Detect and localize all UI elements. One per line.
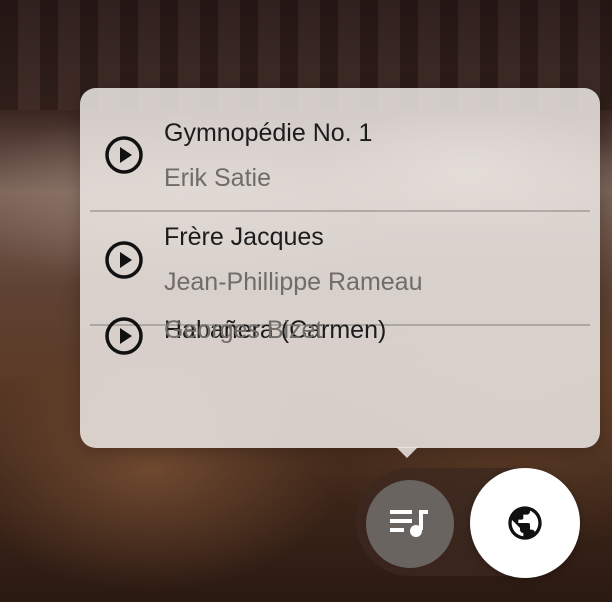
track-item[interactable]: Gymnopédie No. 1 Erik Satie	[80, 88, 600, 202]
track-title: Gymnopédie No. 1	[164, 119, 373, 147]
track-artist: Georges Bizet	[164, 316, 323, 344]
globe-icon	[508, 506, 542, 540]
music-playlist-popup: Gymnopédie No. 1 Erik Satie Frère Jacque…	[80, 88, 600, 448]
queue-music-button[interactable]	[366, 480, 454, 568]
queue-music-icon	[390, 510, 428, 537]
track-item[interactable]: Habañera (Carmen) Georges Bizet	[80, 316, 600, 430]
track-artist: Jean-Phillippe Rameau	[164, 268, 423, 296]
track-artist: Erik Satie	[164, 164, 271, 192]
track-title: Frère Jacques	[164, 223, 324, 251]
globe-button[interactable]	[470, 468, 580, 578]
popup-pointer	[396, 447, 418, 458]
play-circle-icon[interactable]	[104, 316, 144, 356]
play-circle-icon[interactable]	[104, 240, 144, 280]
track-item[interactable]: Frère Jacques Jean-Phillippe Rameau	[80, 202, 600, 316]
play-circle-icon[interactable]	[104, 135, 144, 175]
